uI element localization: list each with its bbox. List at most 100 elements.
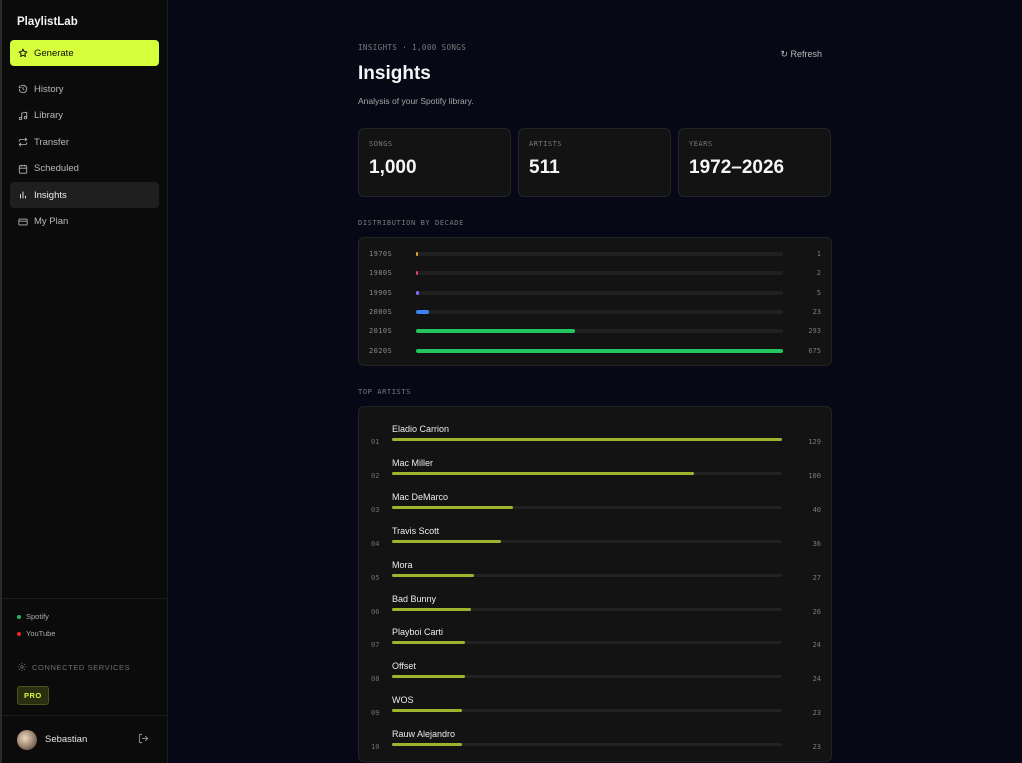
artist-row[interactable]: 10 Rauw Alejandro 23 [371, 724, 821, 758]
artist-bar [392, 709, 462, 713]
artist-row[interactable]: 07 Playboi Carti 24 [371, 622, 821, 656]
top-artists-section-label: TOP ARTISTS [358, 388, 411, 396]
sidebar-item-label: Library [34, 110, 64, 121]
transfer-icon [18, 137, 28, 147]
decade-label: 1990S [369, 288, 393, 297]
calendar-icon [18, 164, 28, 174]
artist-bar-track [392, 709, 782, 713]
decade-count: 23 [812, 307, 821, 316]
artist-name: Mac DeMarco [392, 491, 449, 502]
artist-name: Eladio Carrion [392, 424, 450, 434]
artist-row[interactable]: 01 Eladio Carrion 129 [371, 419, 821, 453]
sidebar-item-insights[interactable]: Insights [10, 182, 159, 208]
sidebar-item-scheduled[interactable]: Scheduled [10, 156, 159, 182]
artist-row[interactable]: 02 Mac Miller 100 [371, 453, 821, 487]
sidebar: PlaylistLab Generate History Library Tra… [0, 0, 168, 763]
brand-logo[interactable]: PlaylistLab [2, 0, 167, 40]
artist-bar-track [392, 505, 782, 509]
artist-bar-track [392, 471, 782, 475]
music-note-icon [18, 111, 28, 120]
artist-rank: 08 [371, 675, 380, 684]
artist-rank: 01 [371, 438, 380, 446]
decade-bar [416, 329, 576, 334]
user-profile[interactable]: Sebastian [2, 715, 167, 763]
decade-label: 2000S [369, 307, 393, 316]
sidebar-item-library[interactable]: Library [10, 103, 159, 129]
sidebar-item-my-plan[interactable]: My Plan [10, 209, 159, 235]
decade-row: 1980S 2 [369, 268, 821, 278]
service-label: YouTube [26, 629, 56, 638]
plan-badge: PRO [17, 686, 49, 705]
decade-bar-track [416, 252, 783, 256]
artist-bar-track [392, 641, 782, 645]
artist-name: WOS [392, 695, 414, 706]
artist-rank: 05 [371, 573, 380, 582]
decade-distribution-panel: 1970S 1 1980S 2 1990S 5 2000S 23 2010S 293 2020S 67… [358, 237, 832, 366]
generate-label: Generate [34, 47, 74, 59]
service-youtube[interactable]: YouTube [17, 625, 167, 642]
artist-rank: 03 [371, 505, 380, 514]
decade-bar-track [416, 329, 783, 334]
sidebar-item-transfer[interactable]: Transfer [10, 129, 159, 155]
connected-services-link[interactable]: CONNECTED SERVICES [17, 660, 167, 674]
artist-count: 23 [812, 709, 821, 718]
sidebar-nav: History Library Transfer Scheduled Insig… [2, 76, 167, 235]
decade-count: 5 [816, 288, 821, 297]
artist-bar-track [392, 438, 782, 441]
status-dot-icon [17, 631, 21, 636]
artist-bar-track [392, 539, 782, 543]
artist-bar [392, 471, 695, 475]
artist-row[interactable]: 04 Travis Scott 36 [371, 521, 821, 555]
service-spotify[interactable]: Spotify [17, 608, 167, 625]
avatar [17, 729, 37, 750]
artist-bar-track [392, 607, 782, 611]
decade-row: 2000S 23 [369, 307, 821, 317]
sidebar-item-label: Scheduled [34, 163, 79, 174]
artist-bar-track [392, 573, 782, 577]
decade-bar [416, 271, 418, 276]
artist-row[interactable]: 08 Offset 24 [371, 656, 821, 690]
decade-bar-track [416, 290, 783, 295]
sidebar-item-history[interactable]: History [10, 76, 159, 102]
page-eyebrow: INSIGHTS · 1,000 SONGS [358, 43, 467, 52]
artist-count: 23 [812, 743, 821, 752]
artist-count: 100 [808, 471, 821, 480]
decade-bar [416, 252, 418, 256]
artist-count: 36 [812, 539, 821, 548]
decade-label: 1980S [369, 269, 393, 278]
artist-name: Playboi Carti [392, 627, 444, 638]
artist-bar [392, 573, 474, 577]
decade-bar-track [416, 271, 783, 276]
refresh-button[interactable]: ↻ Refresh [780, 49, 822, 60]
artist-bar [392, 675, 465, 679]
decade-row: 1970S 1 [369, 249, 821, 259]
decade-label: 1970S [369, 250, 393, 258]
page-title: Insights [358, 63, 431, 84]
artist-name: Bad Bunny [392, 593, 437, 604]
decade-label: 2010S [369, 327, 393, 336]
artist-rank: 06 [371, 607, 380, 616]
artist-row[interactable]: 03 Mac DeMarco 40 [371, 487, 821, 521]
service-label: Spotify [26, 612, 49, 621]
artist-bar [392, 438, 782, 441]
artist-row[interactable]: 06 Bad Bunny 26 [371, 589, 821, 623]
artist-bar-track [392, 743, 782, 747]
decade-count: 293 [808, 327, 821, 336]
credit-card-icon [18, 218, 28, 225]
main-content: INSIGHTS · 1,000 SONGS ↻ Refresh Insight… [168, 0, 1022, 763]
artist-row[interactable]: 05 Mora 27 [371, 555, 821, 589]
decade-section-label: DISTRIBUTION BY DECADE [358, 219, 464, 227]
sidebar-item-label: My Plan [34, 216, 69, 227]
decade-row: 2020S 675 [369, 346, 821, 356]
user-name: Sebastian [45, 734, 88, 745]
artist-bar-track [392, 675, 782, 679]
artist-row[interactable]: 09 WOS 23 [371, 690, 821, 724]
artist-name: Mora [392, 559, 413, 570]
connected-services: Spotify YouTube CONNECTED SERVICES PRO [2, 598, 167, 705]
stat-label: YEARS [689, 140, 713, 148]
decade-count: 675 [808, 346, 821, 355]
stat-label: ARTISTS [529, 140, 563, 148]
generate-button[interactable]: Generate [10, 40, 159, 66]
logout-icon[interactable] [138, 733, 149, 744]
decade-label: 2020S [369, 346, 393, 355]
